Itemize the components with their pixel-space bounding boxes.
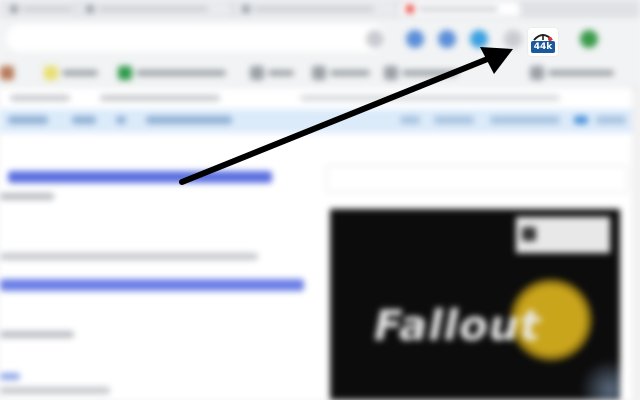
header-link[interactable] — [10, 95, 70, 101]
bookmark-icon — [118, 66, 132, 80]
ad-title: Fallout — [374, 301, 541, 350]
subnav-item[interactable] — [596, 116, 626, 124]
result-meta — [0, 193, 54, 200]
tab-favicon-icon — [242, 5, 250, 13]
extension-icon[interactable] — [438, 30, 456, 48]
result-meta — [0, 331, 74, 338]
bookmark-icon — [44, 66, 58, 80]
sidebar-search-input[interactable] — [326, 165, 628, 193]
bookmark-label — [402, 70, 458, 76]
bookmark-item[interactable] — [250, 66, 300, 80]
site-header — [0, 87, 640, 109]
bookmark-label — [268, 70, 294, 76]
ad-glow-decoration — [580, 359, 620, 400]
subnav-item[interactable] — [400, 116, 420, 124]
extension-icon[interactable] — [406, 30, 424, 48]
tab[interactable] — [4, 2, 74, 16]
star-icon[interactable] — [366, 30, 384, 48]
bookmark-icon — [312, 66, 326, 80]
extension-icon[interactable] — [470, 30, 488, 48]
result-meta — [0, 373, 20, 380]
bookmark-icon — [0, 66, 14, 80]
extension-badge-count: 44k — [531, 41, 555, 53]
result-title-link[interactable] — [0, 279, 304, 291]
bookmark-label — [330, 70, 370, 76]
tab-title — [22, 7, 72, 11]
result-meta — [0, 387, 110, 394]
subnav-item[interactable] — [434, 116, 474, 124]
bookmark-item[interactable] — [312, 66, 372, 80]
subnav-item[interactable] — [490, 116, 560, 124]
header-link[interactable] — [300, 95, 560, 101]
advertisement-banner[interactable]: Fallout — [330, 209, 620, 400]
result-breadcrumb — [0, 253, 258, 260]
tab-favicon-icon — [10, 5, 18, 13]
tab-active[interactable] — [400, 2, 520, 16]
tab[interactable] — [80, 2, 230, 16]
address-bar[interactable] — [6, 24, 386, 52]
tab-strip — [0, 0, 640, 18]
subnav-item[interactable] — [72, 116, 96, 124]
bookmark-item[interactable] — [118, 66, 238, 80]
bookmark-icon — [250, 66, 264, 80]
bookmarks-bar — [0, 60, 640, 87]
bookmark-label — [62, 70, 98, 76]
web-page: Fallout — [0, 87, 640, 400]
tab-favicon-icon — [406, 5, 414, 13]
sub-navigation — [0, 109, 640, 133]
result-title-link[interactable] — [8, 171, 272, 183]
ad-close-icon[interactable] — [522, 227, 536, 241]
subnav-icon[interactable] — [574, 116, 588, 124]
tab-title — [254, 7, 374, 11]
tab[interactable] — [236, 2, 396, 16]
subnav-item[interactable] — [116, 116, 126, 124]
bookmark-item[interactable] — [384, 66, 464, 80]
bookmark-icon — [530, 66, 544, 80]
tab-title — [418, 7, 498, 11]
profile-icon[interactable] — [580, 30, 598, 48]
bookmark-item[interactable] — [530, 66, 620, 80]
page-scrollbar[interactable] — [632, 87, 640, 400]
bookmark-icon — [384, 66, 398, 80]
header-link[interactable] — [100, 95, 220, 101]
tab-title — [98, 7, 208, 11]
extension-button[interactable]: 44k — [528, 28, 558, 56]
bookmark-label — [136, 70, 226, 76]
bookmark-item[interactable] — [44, 66, 104, 80]
subnav-item[interactable] — [146, 116, 232, 124]
blurred-background: Fallout — [0, 0, 640, 400]
extension-icon[interactable] — [504, 30, 522, 48]
bookmark-item[interactable] — [0, 66, 30, 80]
tab-favicon-icon — [86, 5, 94, 13]
bookmark-label — [548, 70, 614, 76]
subnav-item[interactable] — [8, 116, 48, 124]
